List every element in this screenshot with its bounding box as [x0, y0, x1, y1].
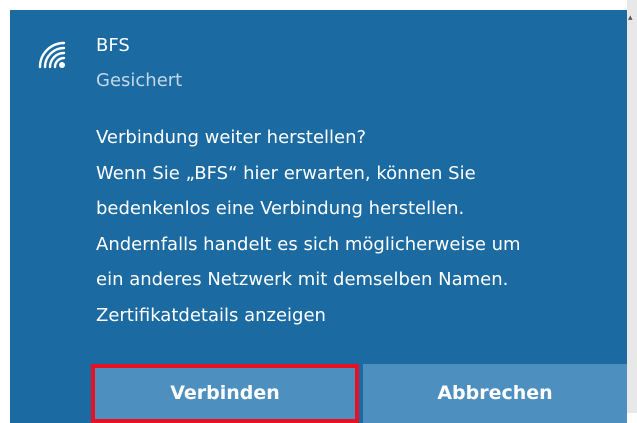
connect-button[interactable]: Verbinden: [91, 364, 359, 423]
network-name: BFS: [96, 35, 130, 56]
wifi-signal-icon: [34, 37, 68, 71]
button-row: Verbinden Abbrechen: [91, 364, 627, 423]
certificate-details-link[interactable]: Zertifikatdetails anzeigen: [96, 298, 626, 334]
cancel-button[interactable]: Abbrechen: [363, 364, 627, 423]
message-line: Andernfalls handelt es sich möglicherwei…: [96, 233, 521, 255]
message-line: bedenkenlos eine Verbindung herstellen.: [96, 198, 465, 219]
scrollbar[interactable]: [627, 0, 637, 413]
message-line: ein anderes Netzwerk mit demselben Namen…: [96, 269, 509, 290]
connection-warning-message: Verbindung weiter herstellen? Wenn Sie „…: [96, 120, 626, 333]
network-security-status: Gesichert: [96, 70, 183, 91]
wifi-network-panel: BFS Gesichert Verbindung weiter herstell…: [10, 10, 627, 423]
message-line: Verbindung weiter herstellen?: [96, 127, 367, 148]
message-line: Wenn Sie „BFS“ hier erwarten, können Sie: [96, 162, 476, 184]
scroll-up-arrow-icon[interactable]: ▴: [628, 14, 636, 23]
